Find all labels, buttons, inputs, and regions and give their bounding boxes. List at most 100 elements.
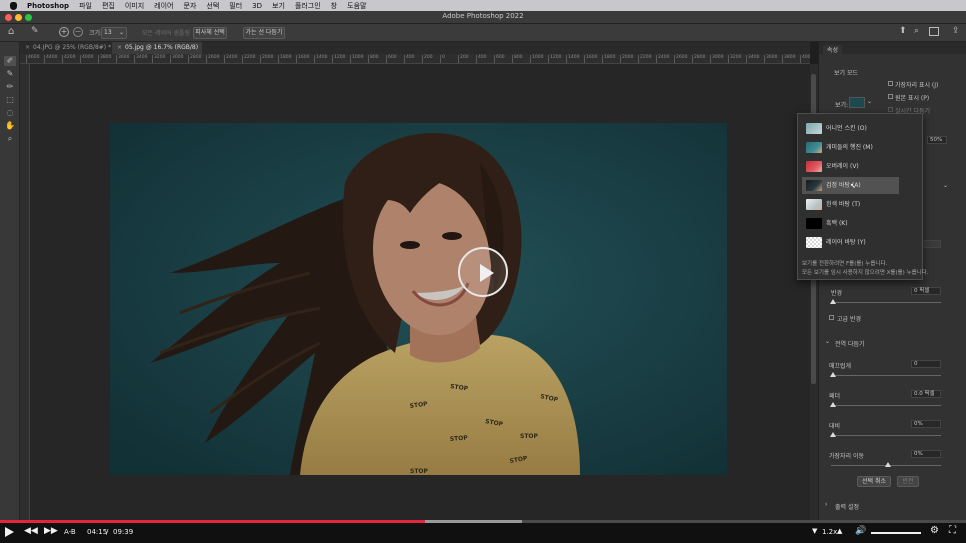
object-selection-tool-icon[interactable]: ⬚ [4,95,16,105]
view-option-on-white[interactable]: 흰색 바탕 (T) [802,196,899,213]
volume-icon[interactable]: 🔊 [855,526,866,536]
feather-slider-knob[interactable] [830,402,836,407]
contrast-slider-knob[interactable] [830,432,836,437]
hand-tool-icon[interactable]: ✋ [4,121,16,131]
zoom-tool-icon[interactable]: ⌕ [4,134,16,144]
contrast-field[interactable]: 0% [911,420,941,428]
menu-filter[interactable]: 필터 [229,1,242,11]
menu-3d[interactable]: 3D [252,2,262,10]
show-original-checkbox[interactable] [888,94,893,99]
close-icon[interactable]: × [117,44,122,51]
fast-forward-icon[interactable]: ▶▶ [44,526,58,536]
view-option-on-black[interactable]: 검정 바탕 (A) ↖ [802,177,899,194]
video-play-button[interactable] [458,247,508,297]
tab-05-jpg[interactable]: × 05.jpg @ 16.7% (RGB/8) [112,42,202,54]
subtract-mode-icon[interactable]: − [73,27,83,37]
caret-down-icon[interactable]: ▼ [812,527,817,535]
smooth-slider-knob[interactable] [830,372,836,377]
quick-selection-tool-icon[interactable]: ✐ [4,56,16,66]
document-photo[interactable]: STOP STOP STOP STOP STOP STOP STOP STOP [110,123,727,475]
apple-icon[interactable] [10,1,17,10]
smooth-field[interactable]: 0 [911,360,941,368]
realtime-refine-checkbox[interactable] [888,107,893,112]
export-icon[interactable]: ⇪ [952,26,960,36]
close-icon[interactable]: × [25,44,30,51]
radius-field[interactable]: 0 픽셀 [911,287,941,295]
menu-plugins[interactable]: 플러그인 [295,1,321,11]
smart-radius-label: 고급 반경 [837,316,861,323]
feather-slider[interactable] [831,405,941,406]
view-option-overlay[interactable]: 오버레이 (V) [802,158,899,175]
clear-selection-button[interactable]: 선택 취소 [857,476,891,487]
home-icon[interactable]: ⌂ [8,26,14,37]
chevron-down-icon[interactable]: ⌄ [867,98,872,105]
ruler-tick-label: 2600 [674,55,687,63]
smart-radius-checkbox[interactable] [829,315,834,320]
shift-edge-slider-knob[interactable] [885,462,891,467]
search-icon[interactable]: ⌕ [914,26,919,36]
invert-button[interactable]: 반전 [897,476,919,487]
current-time: 04:15 [87,528,108,536]
lasso-tool-icon[interactable]: ◌ [4,108,16,118]
add-mode-icon[interactable]: + [59,27,69,37]
volume-slider[interactable] [871,532,921,534]
tab-04-jpg[interactable]: × 04.JPG @ 25% (RGB/8#) * [20,42,112,54]
radius-slider-knob[interactable] [830,299,836,304]
global-refine-title[interactable]: 전역 다듬기 [835,339,865,348]
ruler-tick-label: 3800 [782,55,795,63]
view-option-label: 개미들의 행진 (M) [826,144,873,151]
size-field[interactable]: 13 ⌄ [101,27,127,39]
select-subject-button[interactable]: 피사체 선택 [193,27,227,39]
view-option-marching-ants[interactable]: 개미들의 행진 (M) [802,139,899,156]
duration: 09:39 [113,528,134,536]
ruler-tick-label: 400 [404,55,415,63]
radius-slider[interactable] [831,302,941,303]
view-option-black-white[interactable]: 흑백 (K) [802,215,899,232]
caret-up-icon[interactable]: ▲ [837,527,842,535]
menu-select[interactable]: 선택 [206,1,219,11]
sample-all-layers-checkbox[interactable]: 모든 레이어 샘플링 [142,28,190,37]
rewind-icon[interactable]: ◀◀ [24,526,38,536]
view-option-on-layers[interactable]: 레이어 바탕 (Y) [802,234,899,251]
video-progress-bar[interactable] [0,520,426,523]
feather-label: 페더 [829,393,841,400]
refine-hair-button[interactable]: 가는 선 다듬기 [243,27,285,39]
chevron-down-icon[interactable]: ⌄ [943,182,948,189]
menu-help[interactable]: 도움말 [347,1,366,11]
menu-view[interactable]: 보기 [272,1,285,11]
panel-field[interactable] [921,240,941,248]
shift-edge-field[interactable]: 0% [911,450,941,458]
share-icon[interactable]: ⬆ [899,26,907,36]
menu-app-name[interactable]: Photoshop [27,2,69,10]
menu-window[interactable]: 창 [331,1,337,11]
contrast-slider[interactable] [831,435,941,436]
play-icon[interactable] [5,527,14,537]
view-option-label: 레이어 바탕 (Y) [826,239,866,246]
opacity-field[interactable]: 50% [927,136,947,144]
menu-file[interactable]: 파일 [79,1,92,11]
smooth-slider[interactable] [831,375,941,376]
view-option-onion-skin[interactable]: 어니언 스킨 (O) [802,120,899,137]
fullscreen-icon[interactable]: ⛶ [949,525,956,536]
chevron-down-icon[interactable]: ⌄ [825,338,830,345]
workspace-icon[interactable] [929,27,939,36]
ruler-tick-label: 3800 [98,55,111,63]
tab-properties[interactable]: 속성 [823,45,843,54]
menu-type[interactable]: 문자 [184,1,197,11]
chevron-right-icon[interactable]: › [825,501,827,508]
feather-field[interactable]: 0.0 픽셀 [911,390,941,398]
menu-layer[interactable]: 레이어 [154,1,173,11]
brush-tool-icon[interactable]: ✎ [31,26,39,36]
output-settings-title[interactable]: 출력 설정 [835,502,859,511]
ab-repeat-button[interactable]: A-B [64,528,76,536]
menu-edit[interactable]: 편집 [102,1,115,11]
canvas-area[interactable]: STOP STOP STOP STOP STOP STOP STOP STOP [30,64,810,520]
refine-edge-brush-icon[interactable]: ✎ [4,69,16,79]
playback-speed[interactable]: 1.2x [822,528,837,536]
show-edge-checkbox[interactable] [888,81,893,86]
settings-gear-icon[interactable]: ⚙ [930,525,939,536]
ruler-tick-label: 2800 [188,55,201,63]
brush-tool-icon[interactable]: ✏ [4,82,16,92]
view-mode-thumbnail[interactable] [849,97,865,108]
menu-image[interactable]: 이미지 [125,1,144,11]
